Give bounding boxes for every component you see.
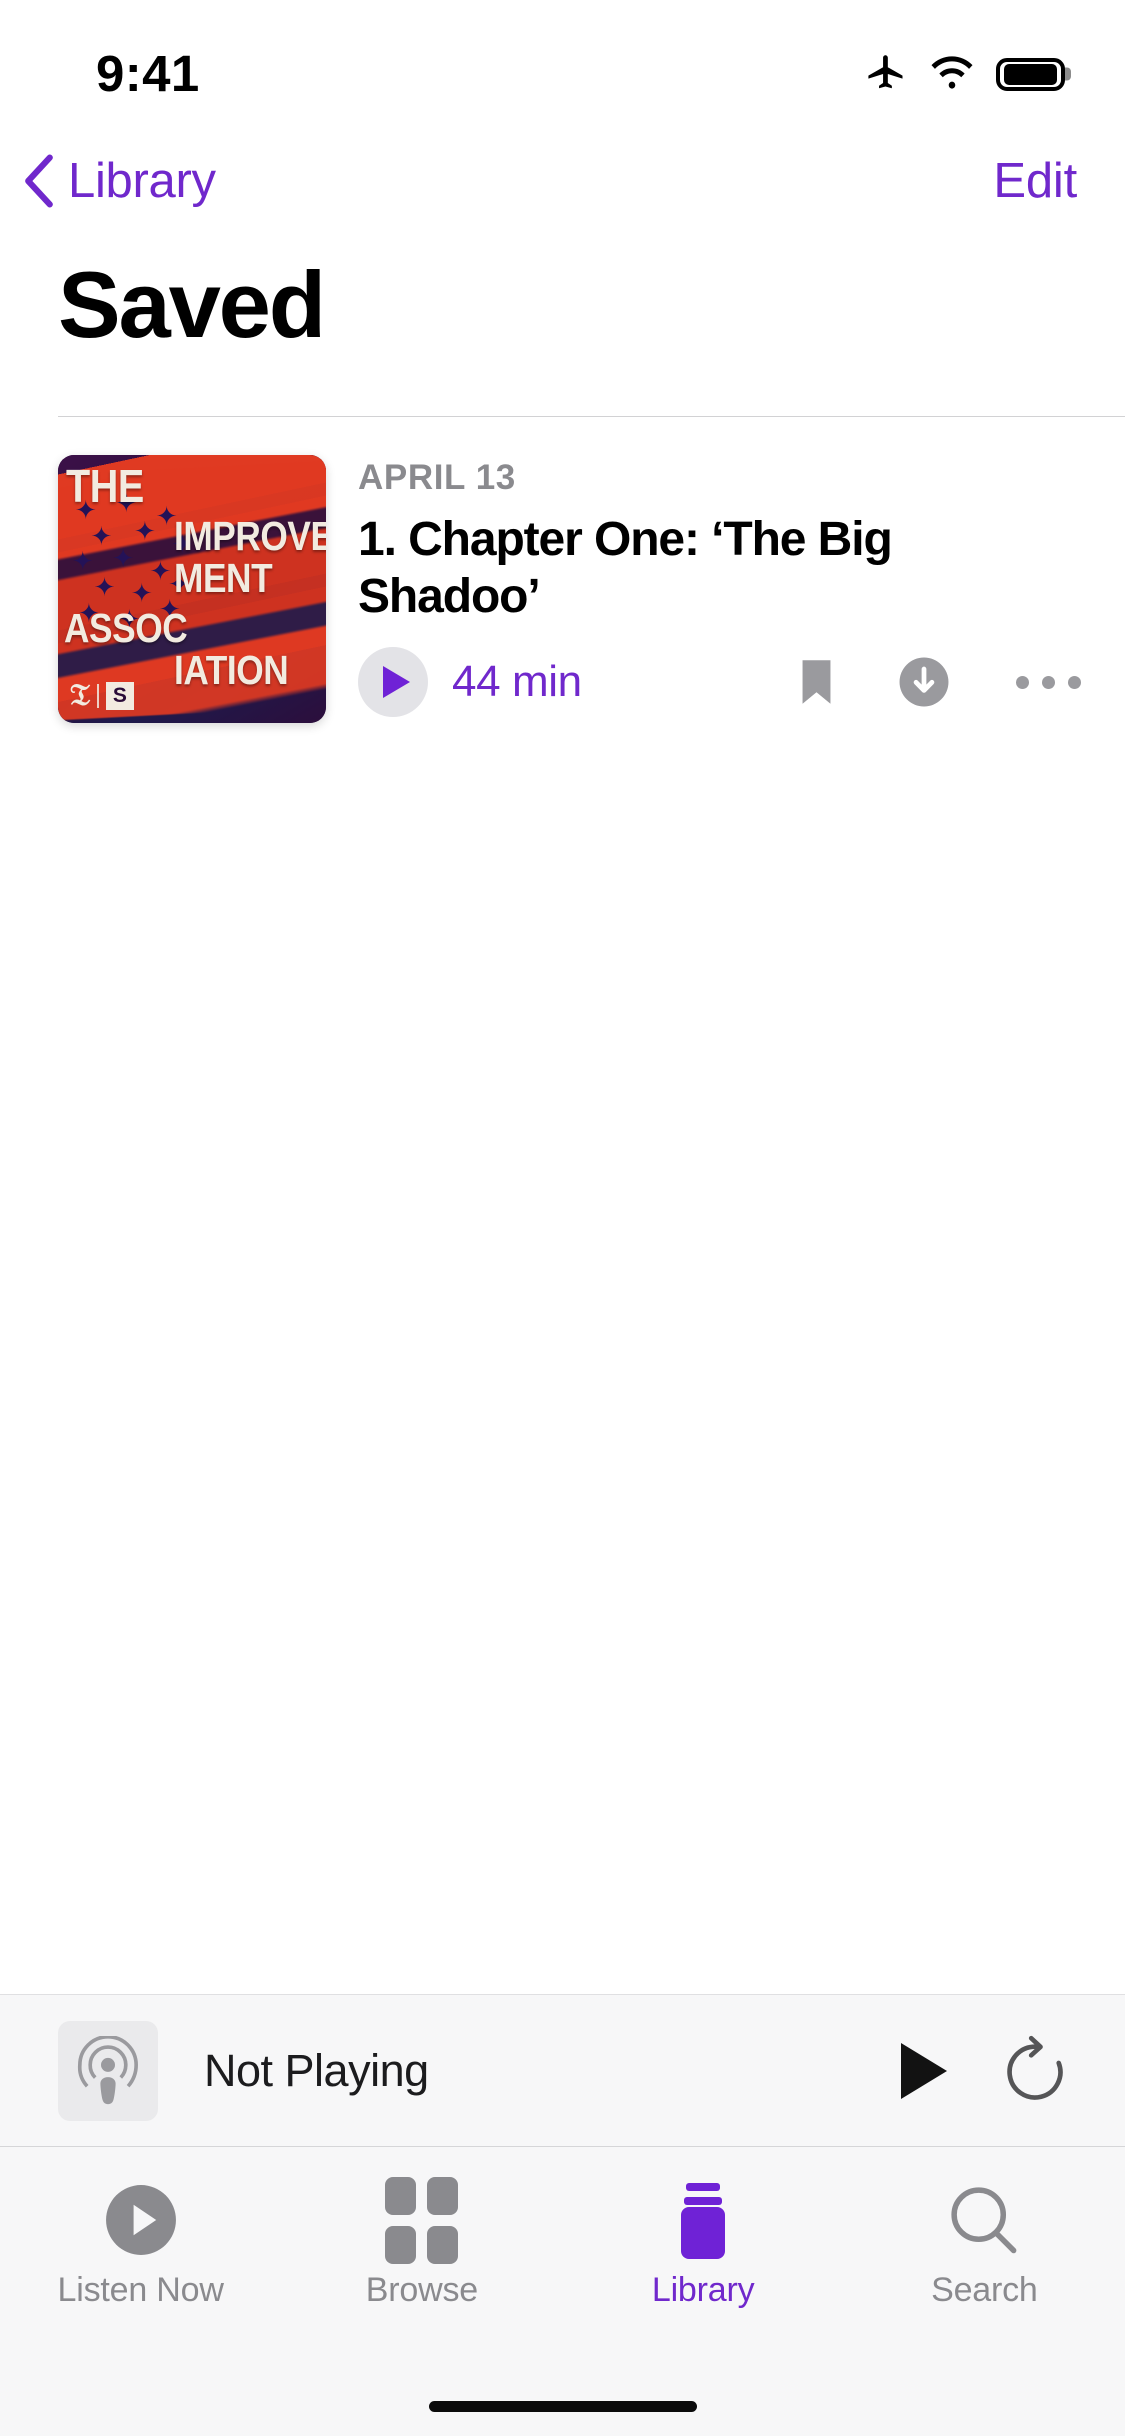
episode-title[interactable]: 1. Chapter One: ‘The Big Shadoo’ bbox=[358, 512, 998, 625]
library-bar bbox=[684, 2197, 723, 2205]
more-options-icon[interactable] bbox=[1016, 675, 1081, 689]
now-playing-label: Not Playing bbox=[204, 2044, 429, 2096]
artwork-logos: 𝔗 S bbox=[70, 681, 134, 711]
play-button[interactable] bbox=[358, 647, 428, 718]
back-button-label: Library bbox=[68, 153, 216, 208]
episode-artwork[interactable]: ✦ ✦ ✦ ✦ ✦ ✦ ✦ ✦ ✦ ✦ ✦ ✦ ✦ ✦ ✦ THE IMPROV… bbox=[58, 455, 326, 723]
grid-cell bbox=[427, 2225, 459, 2264]
tab-bar: Listen Now Browse Library Search bbox=[0, 2146, 1125, 2436]
tab-label: Browse bbox=[365, 2271, 478, 2309]
podcasts-app-icon bbox=[73, 2035, 143, 2106]
library-body bbox=[681, 2207, 726, 2259]
home-indicator[interactable] bbox=[428, 2401, 697, 2412]
mini-player-artwork bbox=[58, 2020, 158, 2121]
artwork-line-3: MENT bbox=[174, 555, 273, 601]
nyt-logo: 𝔗 bbox=[70, 679, 90, 712]
artwork-line-1: THE bbox=[66, 460, 144, 512]
grid-cell bbox=[385, 2176, 417, 2215]
grid-cell bbox=[427, 2176, 459, 2215]
navigation-bar: Library Edit bbox=[0, 132, 1125, 230]
artwork-line-4: ASSOC bbox=[64, 605, 188, 651]
tab-listen-now[interactable]: Listen Now bbox=[0, 2181, 281, 2310]
episode-date: APRIL 13 bbox=[358, 458, 516, 497]
more-dot bbox=[1068, 675, 1081, 689]
play-triangle-icon bbox=[383, 666, 410, 699]
saved-bookmark-icon[interactable] bbox=[801, 658, 832, 706]
battery-fill bbox=[1004, 63, 1057, 85]
browse-grid-icon bbox=[385, 2176, 459, 2264]
serial-logo: S bbox=[105, 682, 134, 710]
episode-duration: 44 min bbox=[452, 657, 582, 707]
edit-button[interactable]: Edit bbox=[993, 153, 1077, 209]
mini-player-play-icon[interactable] bbox=[901, 2042, 947, 2099]
battery-icon bbox=[996, 57, 1065, 91]
status-bar: 9:41 bbox=[0, 0, 1125, 132]
library-icon bbox=[666, 2181, 740, 2259]
more-dot bbox=[1042, 675, 1055, 689]
library-bar bbox=[686, 2183, 721, 2191]
download-icon[interactable] bbox=[898, 656, 950, 708]
mini-player-controls bbox=[901, 2035, 1071, 2107]
artwork-line-2: IMPROVE bbox=[174, 513, 326, 559]
artwork-line-5: IATION bbox=[174, 647, 289, 693]
status-bar-icons bbox=[864, 52, 1065, 96]
page-title: Saved bbox=[58, 252, 326, 357]
listen-now-icon bbox=[104, 2181, 178, 2259]
tab-library[interactable]: Library bbox=[563, 2181, 844, 2310]
tab-browse[interactable]: Browse bbox=[281, 2176, 562, 2310]
grid-cell bbox=[385, 2225, 417, 2264]
episode-action-icons bbox=[801, 656, 1081, 708]
airplane-mode-icon bbox=[864, 52, 908, 96]
episode-list-item[interactable]: ✦ ✦ ✦ ✦ ✦ ✦ ✦ ✦ ✦ ✦ ✦ ✦ ✦ ✦ ✦ THE IMPROV… bbox=[0, 455, 1125, 723]
more-dot bbox=[1016, 675, 1029, 689]
search-icon bbox=[948, 2181, 1020, 2259]
back-button[interactable]: Library bbox=[22, 154, 216, 208]
episode-controls: 44 min bbox=[358, 647, 1081, 718]
mini-player[interactable]: Not Playing bbox=[0, 1994, 1125, 2146]
tab-label: Library bbox=[651, 2271, 755, 2309]
tab-search[interactable]: Search bbox=[844, 2181, 1125, 2310]
episode-details: APRIL 13 1. Chapter One: ‘The Big Shadoo… bbox=[326, 455, 1125, 723]
skip-forward-icon[interactable] bbox=[999, 2035, 1071, 2107]
tab-label: Search bbox=[931, 2271, 1038, 2309]
status-bar-time: 9:41 bbox=[96, 44, 200, 102]
wifi-icon bbox=[929, 52, 975, 96]
logo-divider bbox=[96, 684, 99, 708]
tab-label: Listen Now bbox=[57, 2271, 224, 2309]
chevron-left-icon bbox=[22, 154, 56, 208]
podcasts-app-screen: 9:41 Library Edit Saved ✦ ✦ ✦ ✦ ✦ ✦ ✦ ✦ … bbox=[0, 0, 1125, 2436]
section-divider bbox=[58, 416, 1125, 417]
